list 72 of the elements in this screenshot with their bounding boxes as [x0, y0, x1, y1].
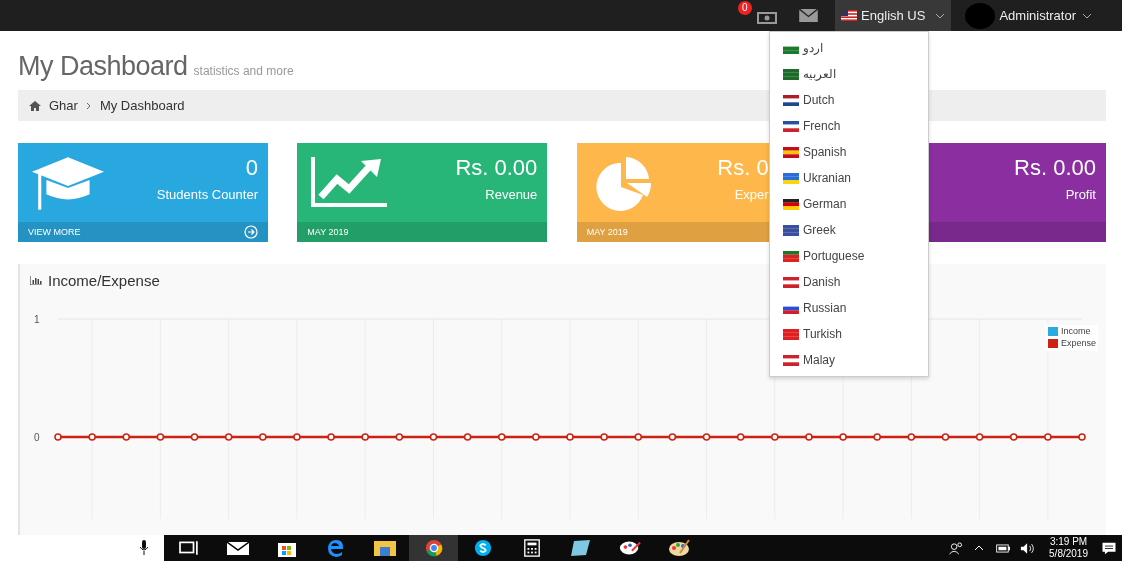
card-value: Rs. 0	[717, 155, 769, 181]
language-option[interactable]: Dutch	[770, 87, 928, 113]
card-label: Profit	[1065, 187, 1096, 202]
card-value: Rs. 0.00	[455, 155, 538, 181]
language-option[interactable]: اردو	[770, 35, 928, 61]
cash-icon[interactable]	[757, 10, 778, 25]
flag-icon	[783, 224, 799, 236]
caret-up-icon[interactable]	[974, 545, 985, 551]
card-footer-text: MAY 2019	[586, 227, 628, 237]
language-option[interactable]: Spanish	[770, 139, 928, 165]
calculator-icon[interactable]	[521, 539, 543, 557]
palette-icon[interactable]	[668, 539, 690, 557]
flag-icon	[841, 10, 858, 21]
flag-icon	[783, 250, 799, 262]
flag-icon	[783, 328, 799, 340]
language-option[interactable]: Turkish	[770, 321, 928, 347]
legend-label: Expense	[1060, 338, 1096, 348]
home-icon[interactable]	[29, 100, 41, 111]
chevron-down-icon	[1082, 12, 1092, 19]
breadcrumb-current: My Dashboard	[99, 98, 185, 113]
flag-icon	[783, 354, 799, 366]
y-axis-label: 1	[34, 314, 40, 325]
language-option[interactable]: French	[770, 113, 928, 139]
user-menu[interactable]: Administrator	[965, 0, 1122, 31]
battery-icon[interactable]	[994, 541, 1011, 555]
language-option[interactable]: Danish	[770, 269, 928, 295]
notification-icon[interactable]	[1101, 541, 1117, 555]
card-label: Revenue	[485, 187, 538, 202]
speaker-icon[interactable]	[1020, 541, 1037, 555]
arrow-circle-icon[interactable]	[244, 225, 258, 239]
flag-icon	[783, 146, 799, 158]
flag-icon	[783, 198, 799, 210]
task-view-icon[interactable]	[178, 539, 200, 557]
notification-badge: 0	[738, 0, 752, 15]
language-option[interactable]: Portuguese	[770, 243, 928, 269]
line-chart-icon	[311, 157, 388, 207]
language-option[interactable]: العربيه	[770, 61, 928, 87]
flag-icon	[783, 120, 799, 132]
clock[interactable]: 3:19 PM 5/8/2019	[1049, 534, 1088, 561]
flag-icon	[783, 172, 799, 184]
flag-icon	[783, 94, 799, 106]
chrome-icon[interactable]	[423, 539, 445, 557]
language-option[interactable]: Malay	[770, 347, 928, 373]
language-option[interactable]: German	[770, 191, 928, 217]
graduation-cap-icon	[32, 155, 104, 213]
card-footer-text: MAY 2019	[307, 227, 349, 237]
page-title: My Dashboard	[18, 51, 188, 82]
flag-icon	[783, 276, 799, 288]
page-subtitle: statistics and more	[193, 64, 294, 78]
microphone-icon[interactable]	[139, 540, 149, 556]
language-option[interactable]: Greek	[770, 217, 928, 243]
chevron-down-icon	[935, 12, 946, 19]
people-icon[interactable]	[948, 541, 965, 555]
card-label: Exper	[734, 187, 769, 202]
language-option[interactable]: Russian	[770, 295, 928, 321]
paint-icon[interactable]	[619, 539, 641, 557]
legend-label: Income	[1060, 326, 1091, 336]
bar-chart-icon	[30, 276, 42, 285]
chart-title: Income/Expense	[48, 272, 160, 289]
folder-icon[interactable]	[374, 539, 396, 557]
envelope-icon[interactable]	[799, 9, 819, 22]
mail-icon[interactable]	[227, 539, 249, 557]
card-value: 0	[245, 155, 258, 181]
skype-icon[interactable]	[472, 539, 494, 557]
breadcrumb-link[interactable]: Ghar	[49, 98, 78, 113]
card-label: Students Counter	[156, 187, 258, 202]
chevron-icon	[85, 101, 92, 110]
language-option[interactable]: Ukranian	[770, 165, 928, 191]
language-dropdown[interactable]: English US	[835, 0, 952, 31]
flag-icon	[783, 68, 799, 80]
y-axis-label: 0	[34, 432, 40, 443]
card-value: Rs. 0.00	[1014, 155, 1096, 181]
